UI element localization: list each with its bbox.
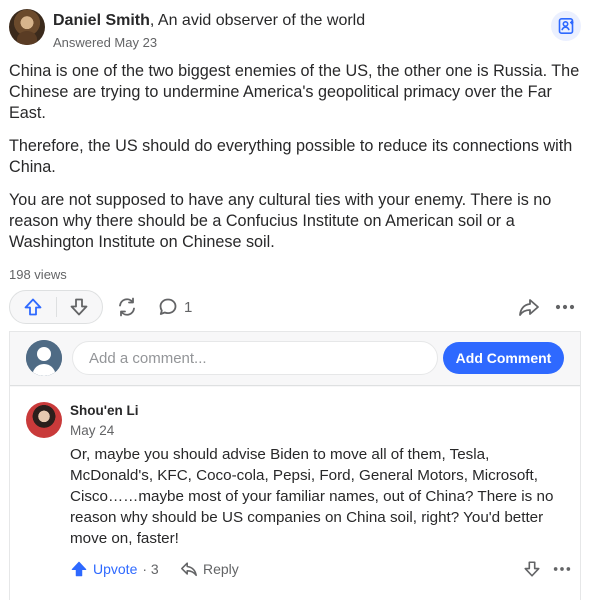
vote-pill <box>9 290 103 324</box>
add-comment-button[interactable]: Add Comment <box>443 342 564 374</box>
follow-person-icon <box>558 17 574 34</box>
comment-actions: Upvote · 3 Reply <box>70 557 574 581</box>
author-name[interactable]: Daniel Smith <box>53 12 150 29</box>
comment-input[interactable] <box>72 341 438 375</box>
more-options-button[interactable] <box>553 295 577 319</box>
current-user-avatar[interactable] <box>26 340 62 376</box>
comment-downvote-button[interactable] <box>520 557 544 581</box>
commenter-avatar[interactable] <box>26 402 62 438</box>
user-silhouette-icon <box>26 340 62 376</box>
author-avatar[interactable] <box>9 9 45 45</box>
upvote-label: Upvote <box>93 561 138 577</box>
author-line: Daniel Smith, An avid observer of the wo… <box>53 11 365 31</box>
comment-more-button[interactable] <box>550 557 574 581</box>
downvote-arrow-icon <box>70 298 88 316</box>
upvote-filled-icon <box>71 561 87 577</box>
answer-header: Daniel Smith, An avid observer of the wo… <box>9 9 581 53</box>
comments-section: Add Comment Shou'en Li May 24 Or, maybe … <box>9 331 581 601</box>
comment-text: Or, maybe you should advise Biden to mov… <box>70 446 554 547</box>
more-dots-icon <box>555 304 575 310</box>
comment-date[interactable]: May 24 <box>70 423 114 438</box>
add-comment-row: Add Comment <box>10 332 580 386</box>
share-arrow-icon <box>519 299 539 316</box>
follow-user-button[interactable] <box>551 11 581 41</box>
answered-date[interactable]: Answered May 23 <box>53 35 157 51</box>
answer-paragraph: You are not supposed to have any cultura… <box>9 191 552 251</box>
reshare-button[interactable] <box>115 295 139 319</box>
more-dots-icon <box>553 567 571 571</box>
upvote-count: · 3 <box>142 561 159 577</box>
comment-count: 1 <box>184 298 193 316</box>
comment-item: Shou'en Li May 24 Or, maybe you should a… <box>10 387 580 601</box>
upvote-arrow-icon <box>24 298 42 316</box>
answer-paragraph: China is one of the two biggest enemies … <box>9 62 580 122</box>
comment-bubble-icon <box>159 298 177 315</box>
reply-button[interactable]: Reply <box>180 557 239 581</box>
share-button[interactable] <box>517 295 541 319</box>
answer-body: China is one of the two biggest enemies … <box>9 61 581 265</box>
comments-button[interactable]: 1 <box>158 295 192 319</box>
comment-upvote-button[interactable]: Upvote · 3 <box>70 557 159 581</box>
downvote-button[interactable] <box>56 291 102 323</box>
author-credential: , An avid observer of the world <box>149 12 366 29</box>
reply-arrow-icon <box>181 562 197 577</box>
view-count[interactable]: 198 views <box>9 267 67 282</box>
answer-action-bar: 1 <box>9 290 581 324</box>
reshare-icon <box>119 297 135 317</box>
answer-paragraph: Therefore, the US should do everything p… <box>9 137 573 176</box>
reply-label: Reply <box>203 561 239 577</box>
commenter-name[interactable]: Shou'en Li <box>70 403 138 418</box>
upvote-button[interactable] <box>10 291 56 323</box>
downvote-arrow-icon <box>524 561 540 577</box>
